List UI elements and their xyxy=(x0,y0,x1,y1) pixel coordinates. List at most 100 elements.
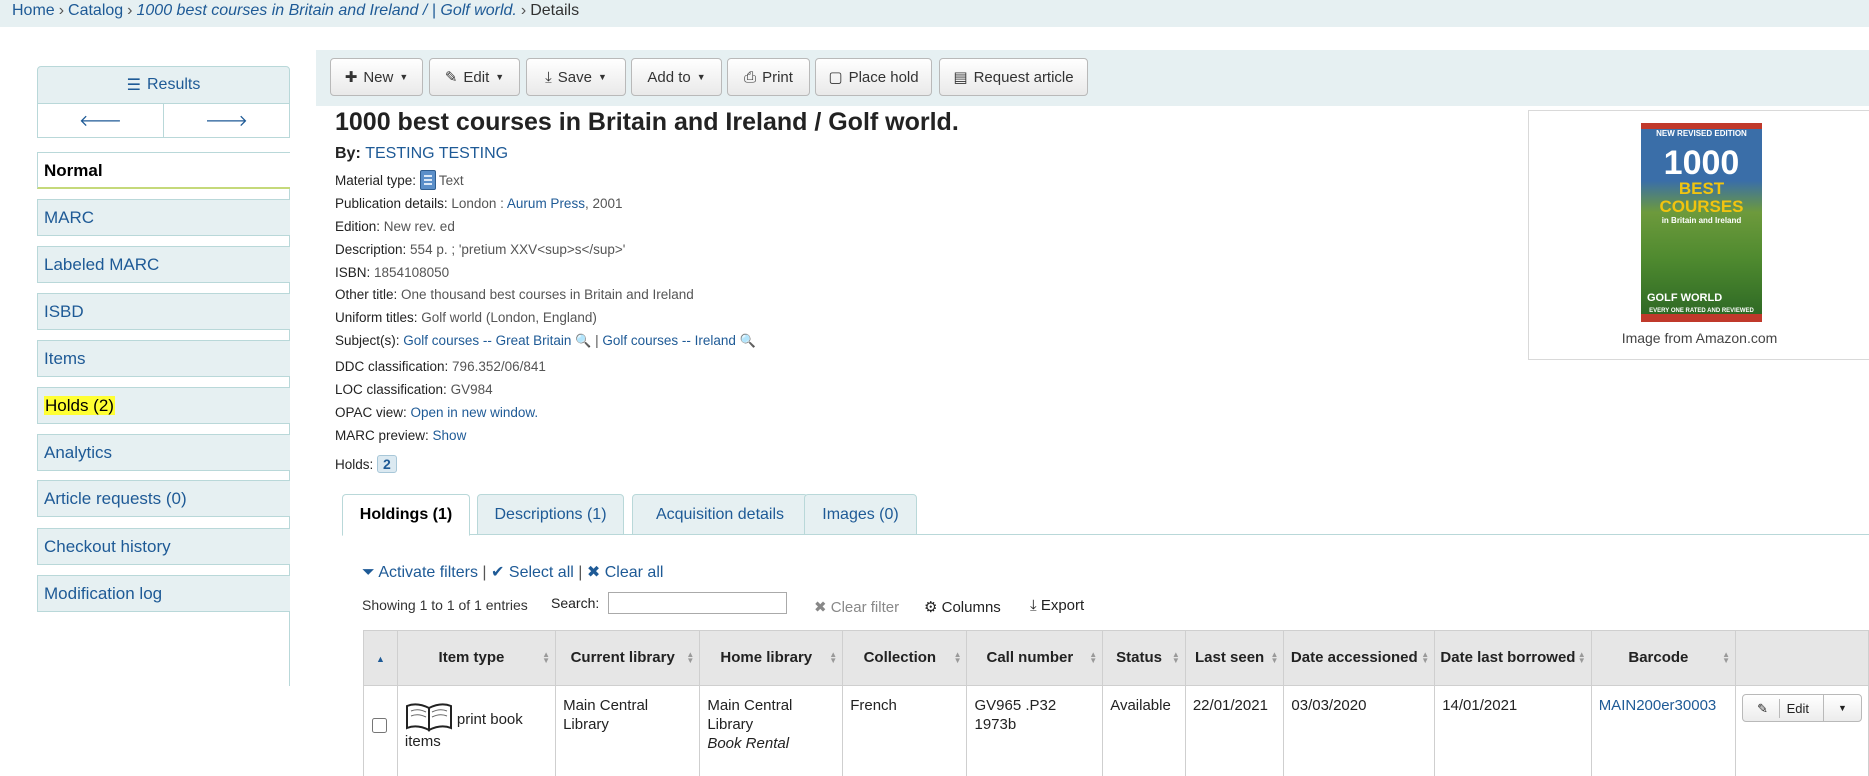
sidebar-item-checkout-history[interactable]: Checkout history xyxy=(37,528,290,565)
record-side-menu: Normal MARC Labeled MARC ISBD Items Hold… xyxy=(37,152,290,686)
search-label: Search: xyxy=(551,595,600,611)
sort-icon: ▲ ▼ xyxy=(953,650,962,665)
add-to-label: Add to xyxy=(647,68,691,86)
arrow-right-icon: 🡒 xyxy=(205,113,248,130)
subject-link[interactable]: Golf courses -- Ireland xyxy=(602,333,736,348)
status-cell: Available xyxy=(1102,685,1186,776)
field-label: Holds: xyxy=(335,457,374,472)
column-header-current-library[interactable]: Current library ▲ ▼ xyxy=(555,630,701,686)
activate-filters-label: Activate filters xyxy=(378,564,478,581)
list-icon: ☰ xyxy=(126,77,141,94)
tab-acquisition-details[interactable]: Acquisition details xyxy=(632,494,808,535)
field-label: Publication details: xyxy=(335,196,448,211)
magnifier-icon[interactable]: 🔍 xyxy=(575,333,591,348)
column-header-collection[interactable]: Collection ▲ ▼ xyxy=(842,630,968,686)
tab-label: Images (0) xyxy=(822,505,899,523)
record-author-line: By: TESTING TESTING xyxy=(335,145,508,163)
columns-button[interactable]: ⚙ Columns xyxy=(924,598,1001,616)
field-value: 796.352/06/841 xyxy=(452,359,546,374)
column-header-status[interactable]: Status ▲ ▼ xyxy=(1102,630,1186,686)
filter-separator: | xyxy=(578,564,583,581)
column-header-item-type[interactable]: Item type ▲ ▼ xyxy=(396,630,557,686)
add-to-button[interactable]: Add to ▼ xyxy=(631,58,722,96)
sidebar-item-article-requests[interactable]: Article requests (0) xyxy=(37,480,290,517)
row-select-checkbox[interactable] xyxy=(372,718,387,733)
tab-holdings[interactable]: Holdings (1) xyxy=(342,494,470,536)
header-label: Item type xyxy=(438,649,505,666)
sidebar-item-analytics[interactable]: Analytics xyxy=(37,434,290,471)
next-result-button[interactable]: 🡒 xyxy=(164,104,289,137)
column-header-barcode[interactable]: Barcode ▲ ▼ xyxy=(1590,630,1737,686)
field-value: GV984 xyxy=(450,382,493,397)
sidebar-item-items[interactable]: Items xyxy=(37,340,290,377)
marc-preview-link[interactable]: Show xyxy=(433,428,467,443)
field-value: One thousand best courses in Britain and… xyxy=(401,287,694,302)
header-label: Status xyxy=(1116,649,1162,666)
record-title: 1000 best courses in Britain and Ireland… xyxy=(335,108,959,136)
cover-image[interactable]: NEW REVISED EDITION 1000 BEST COURSES in… xyxy=(1641,123,1762,322)
save-button[interactable]: ⤓ Save ▼ xyxy=(526,58,626,96)
tab-images[interactable]: Images (0) xyxy=(804,494,917,535)
new-button[interactable]: ✚ New ▼ xyxy=(330,58,423,96)
uniform-titles-field: Uniform titles: Golf world (London, Engl… xyxy=(335,310,597,325)
publisher-link[interactable]: Aurum Press xyxy=(507,196,585,211)
pencil-icon: ✎ xyxy=(444,69,458,86)
field-value: New rev. ed xyxy=(383,219,455,234)
request-article-label: Request article xyxy=(973,68,1074,86)
export-label: Export xyxy=(1040,597,1085,614)
field-label: ISBN: xyxy=(335,265,371,280)
filter-separator: | xyxy=(482,564,487,581)
results-link[interactable]: ☰ Results xyxy=(38,67,289,103)
column-header-date-accessioned[interactable]: Date accessioned ▲ ▼ xyxy=(1283,630,1436,686)
sidebar-item-holds[interactable]: Holds (2) xyxy=(37,387,290,424)
subject-link[interactable]: Golf courses -- Great Britain xyxy=(403,333,571,348)
date-last-borrowed-value: 14/01/2021 xyxy=(1442,697,1518,714)
pencil-icon: ✎ xyxy=(1757,700,1768,716)
home-library-note: Book Rental xyxy=(707,735,790,752)
column-header-call-number[interactable]: Call number ▲ ▼ xyxy=(966,630,1104,686)
place-hold-button[interactable]: ▢ Place hold xyxy=(815,58,932,96)
current-library-cell: Main Central Library xyxy=(555,685,701,776)
clear-all-link[interactable]: ✖ Clear all xyxy=(587,564,664,581)
breadcrumb-home[interactable]: Home xyxy=(12,2,55,19)
clear-filter-label: Clear filter xyxy=(830,599,900,616)
select-all-link[interactable]: ✔ Select all xyxy=(491,564,574,581)
sidebar-item-label: Normal xyxy=(44,161,103,180)
export-button[interactable]: ⤓ Export xyxy=(1030,597,1084,614)
file-text-icon: ▤ xyxy=(953,69,968,86)
row-edit-dropdown-toggle[interactable]: ▼ xyxy=(1823,695,1861,721)
print-button[interactable]: ⎙ Print xyxy=(727,58,810,96)
field-label: Description: xyxy=(335,242,407,257)
header-label: Call number xyxy=(986,649,1074,666)
column-header-select[interactable]: ▲ xyxy=(363,630,398,686)
caret-down-icon: ▼ xyxy=(399,72,409,82)
activate-filters-link[interactable]: ⏷ Activate filters xyxy=(362,564,478,581)
sidebar-item-normal[interactable]: Normal xyxy=(37,152,290,189)
previous-result-button[interactable]: 🡐 xyxy=(38,104,164,137)
clear-filter-button[interactable]: ✖ Clear filter xyxy=(814,598,899,616)
sidebar-item-modification-log[interactable]: Modification log xyxy=(37,575,290,612)
request-article-button[interactable]: ▤ Request article xyxy=(939,58,1088,96)
sort-icon: ▲ ▼ xyxy=(686,650,695,665)
column-header-date-last-borrowed[interactable]: Date last borrowed ▲ ▼ xyxy=(1434,630,1592,686)
sidebar-item-labeled-marc[interactable]: Labeled MARC xyxy=(37,246,290,283)
tab-descriptions[interactable]: Descriptions (1) xyxy=(477,494,624,535)
column-header-last-seen[interactable]: Last seen ▲ ▼ xyxy=(1184,630,1285,686)
breadcrumb-record[interactable]: 1000 best courses in Britain and Ireland… xyxy=(137,2,517,19)
column-header-home-library[interactable]: Home library ▲ ▼ xyxy=(699,630,844,686)
barcode-link[interactable]: MAIN200er30003 xyxy=(1599,697,1717,714)
sidebar-item-isbd[interactable]: ISBD xyxy=(37,293,290,330)
opac-view-link[interactable]: Open in new window. xyxy=(411,405,539,420)
table-header-row: ▲ Item type ▲ ▼ Current library ▲ ▼ Home lib… xyxy=(363,630,1869,686)
row-edit-button[interactable]: ✎ Edit xyxy=(1743,695,1823,721)
search-input[interactable] xyxy=(608,592,787,614)
magnifier-icon[interactable]: 🔍 xyxy=(740,333,756,348)
edit-button[interactable]: ✎ Edit ▼ xyxy=(429,58,520,96)
holds-count-badge[interactable]: 2 xyxy=(377,455,397,473)
edit-label: Edit xyxy=(463,68,490,86)
download-icon: ⤓ xyxy=(1030,597,1037,614)
sidebar-item-label: Article requests (0) xyxy=(44,489,187,508)
author-link[interactable]: TESTING TESTING xyxy=(365,145,508,162)
sidebar-item-marc[interactable]: MARC xyxy=(37,199,290,236)
breadcrumb-catalog[interactable]: Catalog xyxy=(68,2,123,19)
